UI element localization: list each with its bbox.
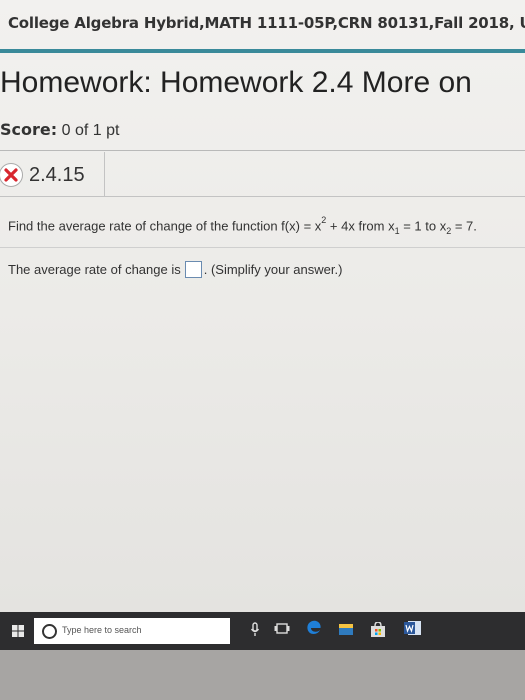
score-line: Score: 0 of 1 pt <box>0 120 119 140</box>
store-icon[interactable] <box>370 622 386 638</box>
answer-hint: . (Simplify your answer.) <box>203 262 343 277</box>
question-number-box[interactable]: 2.4.15 <box>0 152 105 196</box>
search-icon <box>42 624 57 639</box>
word-icon[interactable] <box>404 620 422 636</box>
task-view-icon[interactable] <box>274 622 290 636</box>
edge-browser-icon[interactable] <box>306 619 322 637</box>
course-title: College Algebra Hybrid,MATH 1111-05P,CRN… <box>8 14 525 32</box>
homework-title: Homework: Homework 2.4 More on <box>0 66 472 99</box>
prompt-text: = 1 to x <box>399 218 447 234</box>
prompt-text: + 4x from x <box>326 218 395 234</box>
file-explorer-icon[interactable] <box>338 622 354 636</box>
divider <box>0 196 525 197</box>
microphone-icon[interactable] <box>250 622 260 638</box>
divider <box>0 150 525 151</box>
question-prompt: Find the average rate of change of the f… <box>8 215 477 236</box>
search-placeholder: Type here to search <box>62 625 142 635</box>
score-label: Score: <box>0 120 58 139</box>
prompt-text: Find the average rate of change of the f… <box>8 218 322 234</box>
prompt-text: = 7. <box>451 218 477 234</box>
incorrect-x-icon <box>0 163 23 187</box>
score-value: 0 of 1 pt <box>61 122 120 139</box>
answer-input[interactable] <box>184 261 202 278</box>
header-accent-bar <box>0 49 525 53</box>
divider <box>0 247 525 248</box>
answer-line: The average rate of change is . (Simplif… <box>8 261 342 278</box>
answer-label: The average rate of change is <box>8 262 181 277</box>
browser-page: College Algebra Hybrid,MATH 1111-05P,CRN… <box>0 0 525 612</box>
taskbar-search-box[interactable]: Type here to search <box>34 618 230 644</box>
question-number: 2.4.15 <box>29 164 85 186</box>
desk-surface <box>0 650 525 700</box>
prompt-exponent: 2 <box>321 215 327 225</box>
windows-start-icon[interactable] <box>12 625 24 637</box>
